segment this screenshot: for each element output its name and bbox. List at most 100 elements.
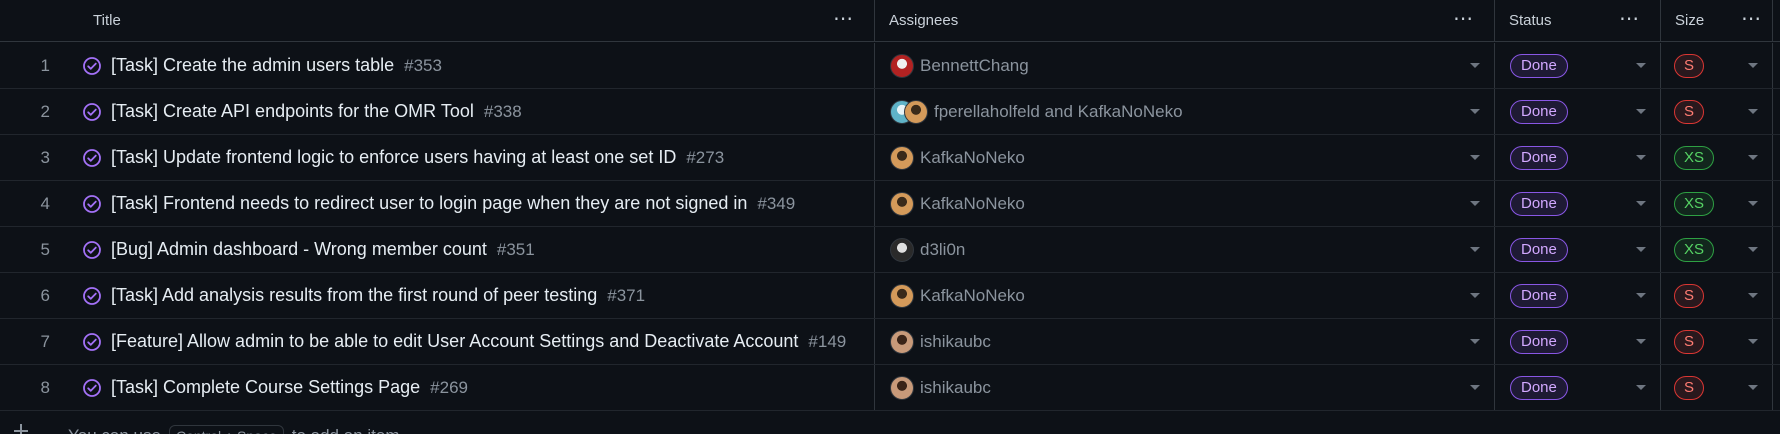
avatar-group <box>890 283 914 308</box>
assignee-names: ishikaubc <box>920 377 991 397</box>
chevron-down-icon[interactable] <box>1748 339 1758 344</box>
assignees-cell[interactable]: KafkaNoNeko <box>875 181 1495 226</box>
size-cell[interactable]: XS <box>1661 227 1773 272</box>
row-number: 2 <box>40 101 50 121</box>
avatar[interactable] <box>890 191 914 216</box>
chevron-down-icon[interactable] <box>1470 339 1480 344</box>
issue-title-link[interactable]: [Task] Create the admin users table <box>111 55 394 76</box>
table-row[interactable]: 6 [Task] Add analysis results from the f… <box>0 273 1780 319</box>
title-cell[interactable]: [Task] Update frontend logic to enforce … <box>79 135 875 180</box>
chevron-down-icon[interactable] <box>1748 155 1758 160</box>
assignees-column-menu-icon[interactable]: ⋯ <box>1453 9 1474 29</box>
status-cell[interactable]: Done <box>1495 89 1661 134</box>
avatar-group <box>890 53 914 78</box>
assignees-cell[interactable]: KafkaNoNeko <box>875 273 1495 318</box>
issue-title-link[interactable]: [Task] Update frontend logic to enforce … <box>111 147 676 168</box>
status-cell[interactable]: Done <box>1495 273 1661 318</box>
chevron-down-icon[interactable] <box>1748 63 1758 68</box>
table-row[interactable]: 7 [Feature] Allow admin to be able to ed… <box>0 319 1780 365</box>
chevron-down-icon[interactable] <box>1748 247 1758 252</box>
add-item-footer[interactable]: You can use Control + Space to add an it… <box>0 418 1780 434</box>
table-row[interactable]: 1 [Task] Create the admin users table #3… <box>0 43 1780 89</box>
table-row[interactable]: 2 [Task] Create API endpoints for the OM… <box>0 89 1780 135</box>
header-title-column[interactable]: Title ⋯ <box>79 0 875 41</box>
add-item-hint: You can use Control + Space to add an it… <box>68 425 400 434</box>
chevron-down-icon[interactable] <box>1470 385 1480 390</box>
status-cell[interactable]: Done <box>1495 319 1661 364</box>
size-cell[interactable]: XS <box>1661 135 1773 180</box>
header-assignees-column[interactable]: Assignees ⋯ <box>875 0 1495 41</box>
assignees-cell[interactable]: d3li0n <box>875 227 1495 272</box>
title-cell[interactable]: [Task] Add analysis results from the fir… <box>79 273 875 318</box>
chevron-down-icon[interactable] <box>1748 385 1758 390</box>
chevron-down-icon[interactable] <box>1748 293 1758 298</box>
title-column-menu-icon[interactable]: ⋯ <box>833 9 854 29</box>
avatar[interactable] <box>890 283 914 308</box>
assignees-cell[interactable]: ishikaubc <box>875 319 1495 364</box>
chevron-down-icon[interactable] <box>1636 109 1646 114</box>
size-cell[interactable]: XS <box>1661 181 1773 226</box>
chevron-down-icon[interactable] <box>1636 247 1646 252</box>
closed-issue-check-icon <box>83 148 101 167</box>
chevron-down-icon[interactable] <box>1636 385 1646 390</box>
chevron-down-icon[interactable] <box>1470 201 1480 206</box>
issue-title-link[interactable]: [Task] Add analysis results from the fir… <box>111 285 597 306</box>
table-row[interactable]: 3 [Task] Update frontend logic to enforc… <box>0 135 1780 181</box>
size-cell[interactable]: S <box>1661 319 1773 364</box>
size-cell[interactable]: S <box>1661 273 1773 318</box>
plus-icon[interactable] <box>14 424 28 434</box>
header-size-column[interactable]: Size ⋯ <box>1661 0 1773 41</box>
header-assignees-label: Assignees <box>889 12 959 29</box>
avatar[interactable] <box>890 53 914 78</box>
title-cell[interactable]: [Task] Frontend needs to redirect user t… <box>79 181 875 226</box>
title-cell[interactable]: [Task] Create the admin users table #353 <box>79 43 875 88</box>
avatar[interactable] <box>890 329 914 354</box>
avatar[interactable] <box>890 237 914 262</box>
title-cell[interactable]: [Task] Create API endpoints for the OMR … <box>79 89 875 134</box>
avatar-group <box>890 375 914 400</box>
chevron-down-icon[interactable] <box>1636 63 1646 68</box>
status-column-menu-icon[interactable]: ⋯ <box>1619 9 1640 29</box>
chevron-down-icon[interactable] <box>1470 293 1480 298</box>
issue-title-link[interactable]: [Task] Frontend needs to redirect user t… <box>111 193 747 214</box>
avatar[interactable] <box>904 99 928 124</box>
size-cell[interactable]: S <box>1661 365 1773 410</box>
issue-title-link[interactable]: [Task] Create API endpoints for the OMR … <box>111 101 474 122</box>
chevron-down-icon[interactable] <box>1470 63 1480 68</box>
assignees-cell[interactable]: ishikaubc <box>875 365 1495 410</box>
assignee-names: BennettChang <box>920 55 1029 75</box>
issue-title-link[interactable]: [Task] Complete Course Settings Page <box>111 377 420 398</box>
chevron-down-icon[interactable] <box>1470 155 1480 160</box>
avatar[interactable] <box>890 375 914 400</box>
status-cell[interactable]: Done <box>1495 181 1661 226</box>
assignees-cell[interactable]: KafkaNoNeko <box>875 135 1495 180</box>
chevron-down-icon[interactable] <box>1470 109 1480 114</box>
avatar-group <box>890 329 914 354</box>
size-column-menu-icon[interactable]: ⋯ <box>1741 9 1762 29</box>
title-cell[interactable]: [Task] Complete Course Settings Page #26… <box>79 365 875 410</box>
header-status-column[interactable]: Status ⋯ <box>1495 0 1661 41</box>
status-cell[interactable]: Done <box>1495 135 1661 180</box>
chevron-down-icon[interactable] <box>1636 201 1646 206</box>
status-cell[interactable]: Done <box>1495 43 1661 88</box>
chevron-down-icon[interactable] <box>1748 109 1758 114</box>
title-cell[interactable]: [Bug] Admin dashboard - Wrong member cou… <box>79 227 875 272</box>
table-row[interactable]: 5 [Bug] Admin dashboard - Wrong member c… <box>0 227 1780 273</box>
status-cell[interactable]: Done <box>1495 365 1661 410</box>
title-cell[interactable]: [Feature] Allow admin to be able to edit… <box>79 319 875 364</box>
issue-title-link[interactable]: [Feature] Allow admin to be able to edit… <box>111 331 798 352</box>
chevron-down-icon[interactable] <box>1636 293 1646 298</box>
table-row[interactable]: 8 [Task] Complete Course Settings Page #… <box>0 365 1780 411</box>
chevron-down-icon[interactable] <box>1636 339 1646 344</box>
size-cell[interactable]: S <box>1661 43 1773 88</box>
table-row[interactable]: 4 [Task] Frontend needs to redirect user… <box>0 181 1780 227</box>
avatar[interactable] <box>890 145 914 170</box>
assignees-cell[interactable]: fperellaholfeld and KafkaNoNeko <box>875 89 1495 134</box>
chevron-down-icon[interactable] <box>1470 247 1480 252</box>
size-cell[interactable]: S <box>1661 89 1773 134</box>
chevron-down-icon[interactable] <box>1748 201 1758 206</box>
status-cell[interactable]: Done <box>1495 227 1661 272</box>
chevron-down-icon[interactable] <box>1636 155 1646 160</box>
assignees-cell[interactable]: BennettChang <box>875 43 1495 88</box>
issue-title-link[interactable]: [Bug] Admin dashboard - Wrong member cou… <box>111 239 487 260</box>
